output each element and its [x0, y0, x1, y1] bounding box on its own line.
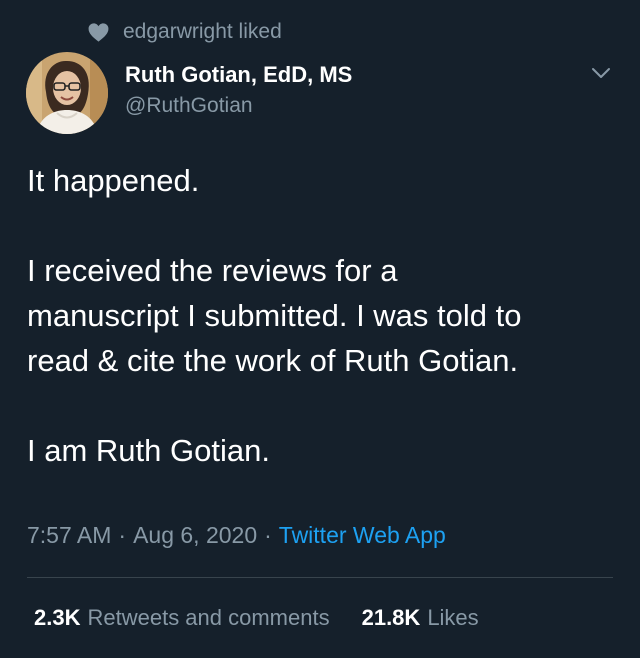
likes-stat[interactable]: 21.8K Likes — [362, 600, 479, 636]
tweet-line: read & cite the work of Ruth Gotian. — [27, 343, 519, 378]
social-context: edgarwright liked — [88, 18, 282, 46]
tweet-text: It happened. I received the reviews for … — [27, 158, 617, 473]
author-handle[interactable]: @RuthGotian — [125, 90, 352, 122]
heart-icon — [88, 22, 109, 42]
tweet-line: I am Ruth Gotian. — [27, 433, 270, 468]
liked-by-text[interactable]: edgarwright liked — [123, 20, 282, 44]
chevron-down-icon[interactable] — [588, 62, 614, 84]
likes-count: 21.8K — [361, 605, 421, 630]
tweet-line: It happened. — [27, 163, 200, 198]
avatar[interactable] — [26, 52, 108, 134]
author-name[interactable]: Ruth Gotian, EdD, MS — [125, 60, 352, 90]
tweet-paragraph: I am Ruth Gotian. — [27, 428, 617, 473]
author-block: Ruth Gotian, EdD, MS @RuthGotian — [125, 60, 352, 122]
tweet-stats: 2.3K Retweets and comments 21.8K Likes — [34, 600, 479, 636]
tweet-paragraph: I received the reviews for a manuscript … — [27, 248, 617, 383]
retweets-stat[interactable]: 2.3K Retweets and comments — [34, 600, 330, 636]
divider — [27, 577, 613, 578]
tweet-source-link[interactable]: Twitter Web App — [279, 522, 446, 548]
meta-separator: · — [264, 522, 272, 548]
retweets-count: 2.3K — [34, 605, 81, 630]
meta-separator: · — [118, 522, 127, 548]
tweet-meta: 7:57 AM · Aug 6, 2020 · Twitter Web App — [27, 517, 446, 553]
tweet-paragraph: It happened. — [27, 158, 617, 203]
likes-label: Likes — [427, 605, 479, 630]
tweet-time[interactable]: 7:57 AM — [27, 522, 111, 548]
tweet-line: manuscript I submitted. I was told to — [27, 298, 522, 333]
tweet-date[interactable]: Aug 6, 2020 — [133, 522, 257, 548]
retweets-label: Retweets and comments — [87, 605, 330, 630]
tweet-line: I received the reviews for a — [27, 253, 398, 288]
